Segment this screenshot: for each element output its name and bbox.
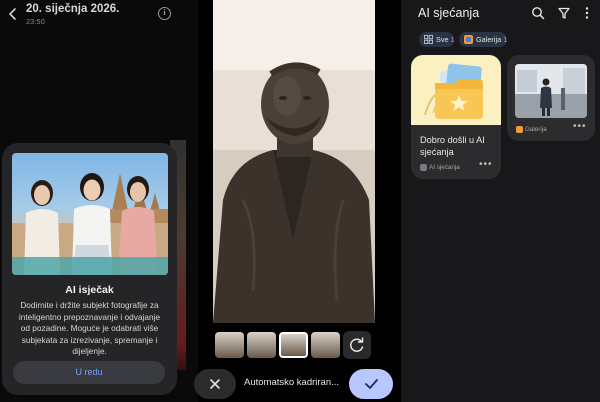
chip-gallery-count: 1 (503, 35, 508, 44)
chip-all-count: 1 (450, 35, 455, 44)
chip-all-label: Sve (436, 35, 449, 44)
chip-gallery-label: Galerija (476, 35, 502, 44)
check-icon (365, 379, 378, 389)
dialog-illustration-photo (12, 153, 168, 275)
ai-memories-panel: AI sjećanja Sve 1 Galerija 1 Dobro došli… (401, 0, 600, 402)
photo-editor-panel (200, 0, 400, 402)
filter-icon[interactable] (557, 6, 571, 20)
cancel-button[interactable] (194, 369, 236, 399)
rotate-icon (350, 337, 364, 352)
memory-card-welcome[interactable]: Dobro došli u AI sjećanja AI sjećanja ••… (411, 55, 501, 179)
memory-card-gallery[interactable]: Galerija ••• (507, 55, 595, 141)
memory-card-title: Dobro došli u AI sjećanja (420, 135, 485, 157)
more-horizontal-icon[interactable]: ••• (573, 121, 587, 132)
memory-card-source-label: AI sjećanja (429, 164, 460, 171)
dialog-title: AI isječak (65, 284, 114, 296)
auto-crop-label: Automatsko kadriran... (244, 377, 340, 388)
close-icon (210, 379, 220, 389)
viewer-header: 20. siječnja 2026. 23:50 i (0, 0, 198, 30)
folder-photo-icon (411, 55, 501, 125)
memory-card-source-label: Galerija (525, 126, 547, 133)
thumbnail-1[interactable] (215, 332, 244, 358)
grid-icon (424, 35, 433, 44)
dialog-description: Dodirnite i držite subjekt fotografije z… (18, 300, 161, 356)
ai-memories-icon (420, 164, 427, 171)
photo-time: 23:50 (26, 17, 45, 26)
chip-all[interactable]: Sve 1 (419, 32, 455, 47)
photo-date: 20. siječnja 2026. (26, 3, 120, 15)
search-icon[interactable] (531, 6, 545, 20)
more-vertical-icon[interactable] (580, 6, 594, 20)
ok-button[interactable]: U redu (13, 361, 165, 384)
gallery-icon (464, 35, 473, 44)
gallery-icon (516, 126, 523, 133)
thumbnail-4[interactable] (311, 332, 340, 358)
confirm-button[interactable] (349, 369, 393, 399)
thumbnail-3-selected[interactable] (279, 332, 308, 358)
chip-gallery[interactable]: Galerija 1 (459, 32, 507, 47)
gallery-viewer-panel: 20. siječnja 2026. 23:50 i AI isječak Do… (0, 0, 198, 402)
info-icon[interactable]: i (158, 7, 171, 20)
memory-card-source: Galerija (516, 126, 547, 133)
memory-card-source: AI sjećanja (420, 164, 460, 171)
rotate-button[interactable] (343, 331, 371, 359)
thumbnail-2[interactable] (247, 332, 276, 358)
ai-cutout-dialog: AI isječak Dodirnite i držite subjekt fo… (2, 143, 177, 395)
more-horizontal-icon[interactable]: ••• (479, 159, 493, 170)
back-arrow-icon[interactable] (6, 7, 20, 21)
page-title: AI sjećanja (418, 6, 480, 20)
memory-card-photo (515, 64, 587, 118)
statue-photo (213, 0, 375, 323)
